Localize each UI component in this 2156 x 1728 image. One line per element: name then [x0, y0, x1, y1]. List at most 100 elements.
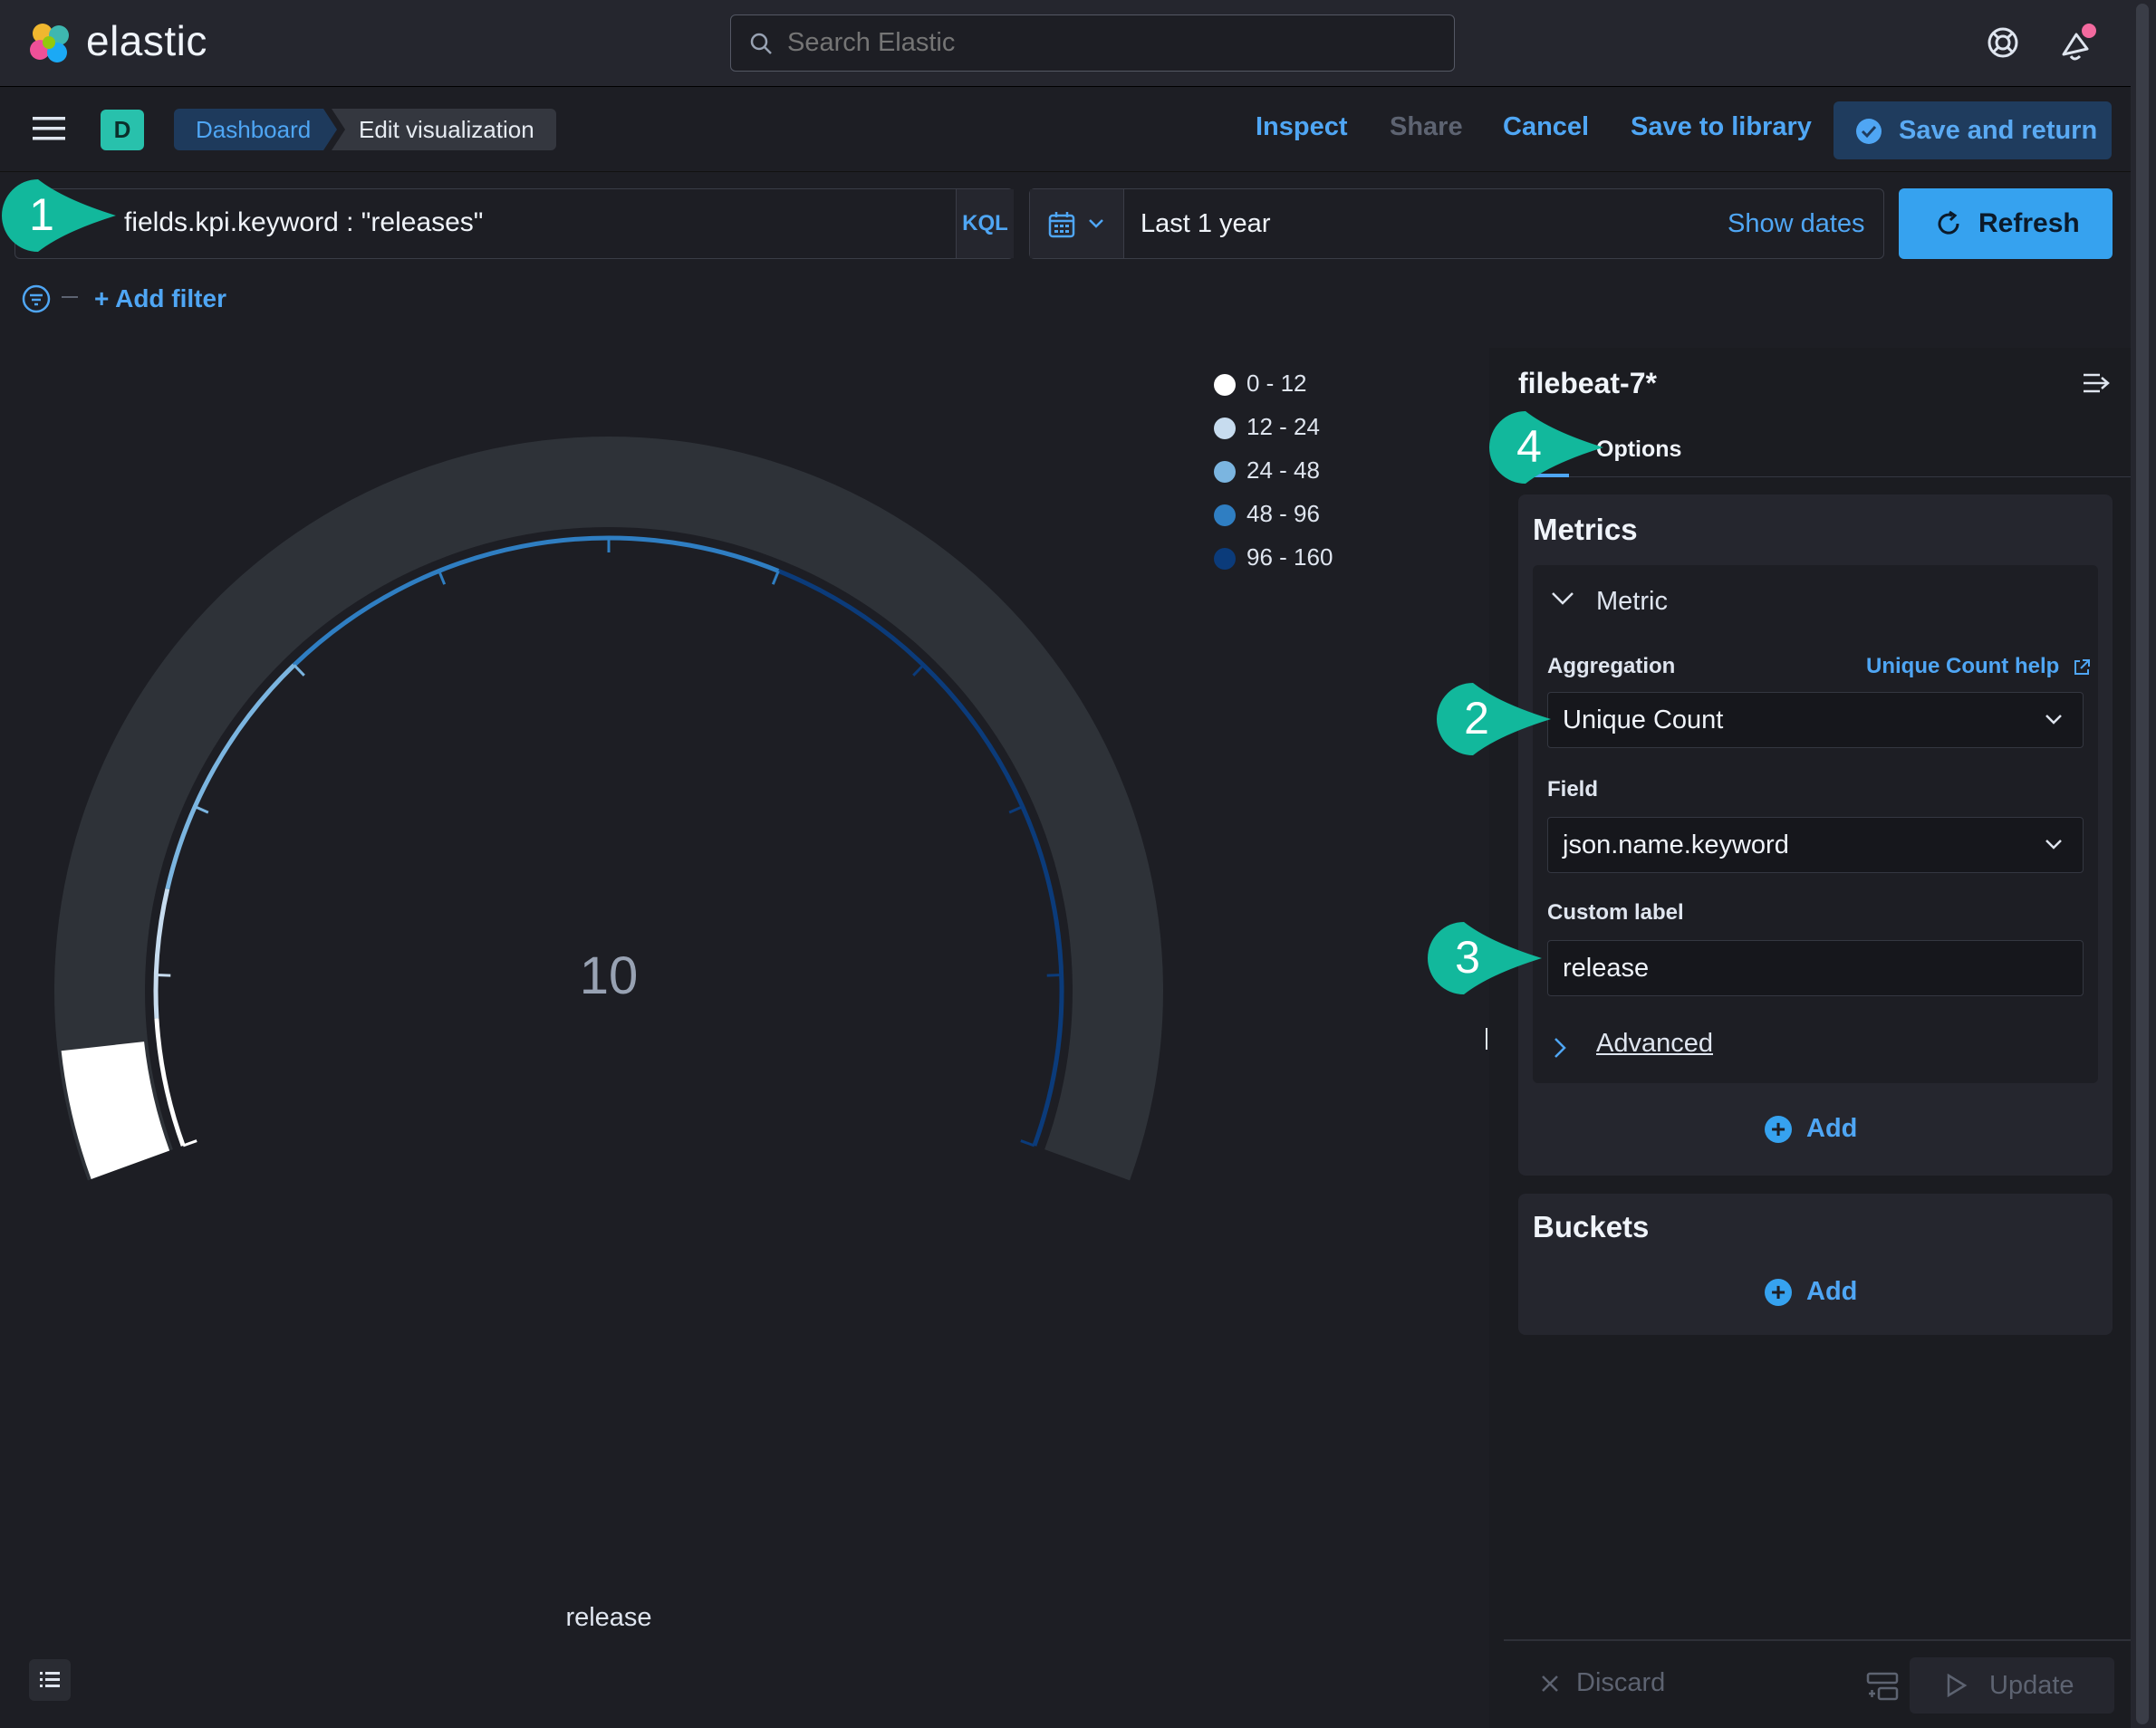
elastic-logo[interactable] — [27, 20, 74, 67]
inspect-link[interactable]: Inspect — [1256, 112, 1348, 142]
search-input[interactable] — [787, 15, 1421, 71]
callout-marker: 1 — [2, 179, 116, 252]
save-to-library-link[interactable]: Save to library — [1631, 112, 1812, 142]
legend-item[interactable]: 24 - 48 — [1214, 456, 1320, 485]
gauge-chart — [53, 436, 1163, 1181]
discard-button[interactable]: Discard — [1540, 1668, 1665, 1698]
legend-label: 12 - 24 — [1246, 413, 1320, 440]
gauge-tick — [1046, 974, 1062, 977]
query-language-button[interactable]: KQL — [956, 189, 1014, 258]
metrics-title: Metrics — [1533, 513, 1638, 546]
discard-label: Discard — [1576, 1668, 1666, 1697]
chevron-right-icon[interactable] — [1553, 1036, 1567, 1060]
legend-toggle-button[interactable] — [29, 1659, 71, 1701]
callout-number: 3 — [1455, 932, 1480, 983]
external-link-icon — [2074, 658, 2090, 675]
top-header: elastic — [0, 0, 2131, 87]
custom-label-label: Custom label — [1547, 900, 1684, 925]
newsfeed-icon[interactable] — [2058, 24, 2098, 63]
gauge-tick — [182, 1139, 197, 1147]
space-avatar[interactable]: D — [101, 110, 144, 150]
aggregation-help-link[interactable]: Unique Count help — [1866, 654, 2091, 679]
callout-marker: 3 — [1428, 922, 1542, 994]
aggregation-label: Aggregation — [1547, 654, 1676, 678]
global-search[interactable] — [730, 14, 1455, 72]
advanced-toggle[interactable]: Advanced — [1596, 1029, 1713, 1059]
breadcrumb-dashboard[interactable]: Dashboard — [174, 109, 337, 150]
checkmark-circle-icon — [1856, 119, 1882, 144]
search-icon — [750, 33, 772, 54]
cancel-link[interactable]: Cancel — [1503, 112, 1589, 142]
plus-circle-icon: + — [1765, 1116, 1792, 1144]
legend-item[interactable]: 0 - 12 — [1214, 370, 1307, 398]
legend-item[interactable]: 12 - 24 — [1214, 413, 1320, 441]
legend-item[interactable]: 96 - 160 — [1214, 543, 1333, 571]
legend-swatch — [1214, 504, 1236, 527]
chevron-down-icon — [2045, 715, 2062, 725]
aggregation-help-label: Unique Count help — [1866, 654, 2060, 678]
legend-label: 0 - 12 — [1246, 370, 1307, 397]
legend-swatch — [1214, 461, 1236, 484]
gauge-tick — [771, 570, 780, 585]
quick-select-button[interactable] — [1030, 189, 1124, 258]
field-select[interactable]: json.name.keyword — [1547, 817, 2084, 873]
metric-accordion-title[interactable]: Metric — [1596, 587, 1668, 617]
close-icon — [1542, 1675, 1558, 1693]
legend-swatch — [1214, 548, 1236, 571]
index-pattern-title: filebeat-7* — [1518, 367, 1657, 399]
auto-apply-toggle-icon[interactable] — [1866, 1670, 1899, 1703]
aggregation-value: Unique Count — [1563, 706, 1724, 734]
play-icon — [1947, 1674, 1968, 1697]
update-button[interactable]: Update — [1910, 1657, 2114, 1714]
aggregation-select[interactable]: Unique Count — [1547, 692, 2084, 748]
legend-item[interactable]: 48 - 96 — [1214, 500, 1320, 528]
refresh-button[interactable]: Refresh — [1899, 188, 2113, 259]
date-picker[interactable]: Last 1 year Show dates — [1029, 188, 1884, 259]
add-filter-button[interactable]: + Add filter — [94, 284, 226, 313]
gauge-tick — [194, 805, 209, 814]
show-dates-link[interactable]: Show dates — [1728, 209, 1865, 239]
tab-divider — [1518, 476, 2131, 477]
custom-label-input[interactable] — [1547, 940, 2084, 996]
field-value: json.name.keyword — [1563, 830, 1789, 859]
refresh-label: Refresh — [1978, 208, 2080, 238]
gauge-value: 10 — [579, 946, 639, 1005]
tab-options[interactable]: Options — [1596, 437, 1681, 463]
legend-swatch — [1214, 374, 1236, 397]
add-metric-button[interactable]: + Add — [1765, 1114, 1857, 1144]
update-label: Update — [1989, 1671, 2074, 1700]
callout-marker: 2 — [1437, 683, 1551, 755]
save-and-return-label: Save and return — [1899, 116, 2098, 145]
add-bucket-button[interactable]: + Add — [1765, 1277, 1857, 1307]
query-input[interactable]: fields.kpi.keyword : "releases" — [124, 207, 483, 238]
legend-swatch — [1214, 418, 1236, 440]
menu-icon[interactable] — [33, 116, 65, 141]
gauge-tick — [156, 974, 171, 977]
add-metric-label: Add — [1806, 1114, 1858, 1143]
legend-label: 48 - 96 — [1246, 500, 1320, 527]
buckets-panel: Buckets + Add — [1518, 1194, 2113, 1335]
help-icon[interactable] — [1986, 25, 2020, 60]
share-link[interactable]: Share — [1390, 112, 1463, 142]
gauge-tick — [912, 664, 925, 677]
brand-name: elastic — [86, 17, 207, 64]
legend-label: 96 - 160 — [1246, 543, 1333, 571]
save-and-return-button[interactable]: Save and return — [1834, 101, 2112, 159]
filter-icon[interactable] — [22, 284, 51, 313]
legend-label: 24 - 48 — [1246, 456, 1320, 484]
metric-card: Metric Aggregation Unique Count help Uni… — [1533, 565, 2098, 1083]
buckets-title: Buckets — [1533, 1210, 1650, 1243]
refresh-icon — [1938, 210, 1959, 235]
scrollbar-thumb[interactable] — [2136, 4, 2149, 1724]
gauge-scale-band — [153, 888, 170, 1019]
collapse-sidebar-icon[interactable] — [2084, 371, 2111, 395]
plus-circle-icon: + — [1765, 1279, 1792, 1307]
chevron-down-icon[interactable] — [1551, 590, 1574, 607]
field-label: Field — [1547, 777, 1599, 802]
time-range-value[interactable]: Last 1 year — [1141, 209, 1270, 239]
list-icon — [40, 1672, 60, 1687]
query-bar[interactable]: fields.kpi.keyword : "releases" KQL — [14, 188, 1014, 259]
gauge-tick — [1020, 1139, 1035, 1147]
metrics-panel: Metrics Metric Aggregation Unique Count … — [1518, 494, 2113, 1176]
gauge-label: release — [565, 1603, 652, 1632]
